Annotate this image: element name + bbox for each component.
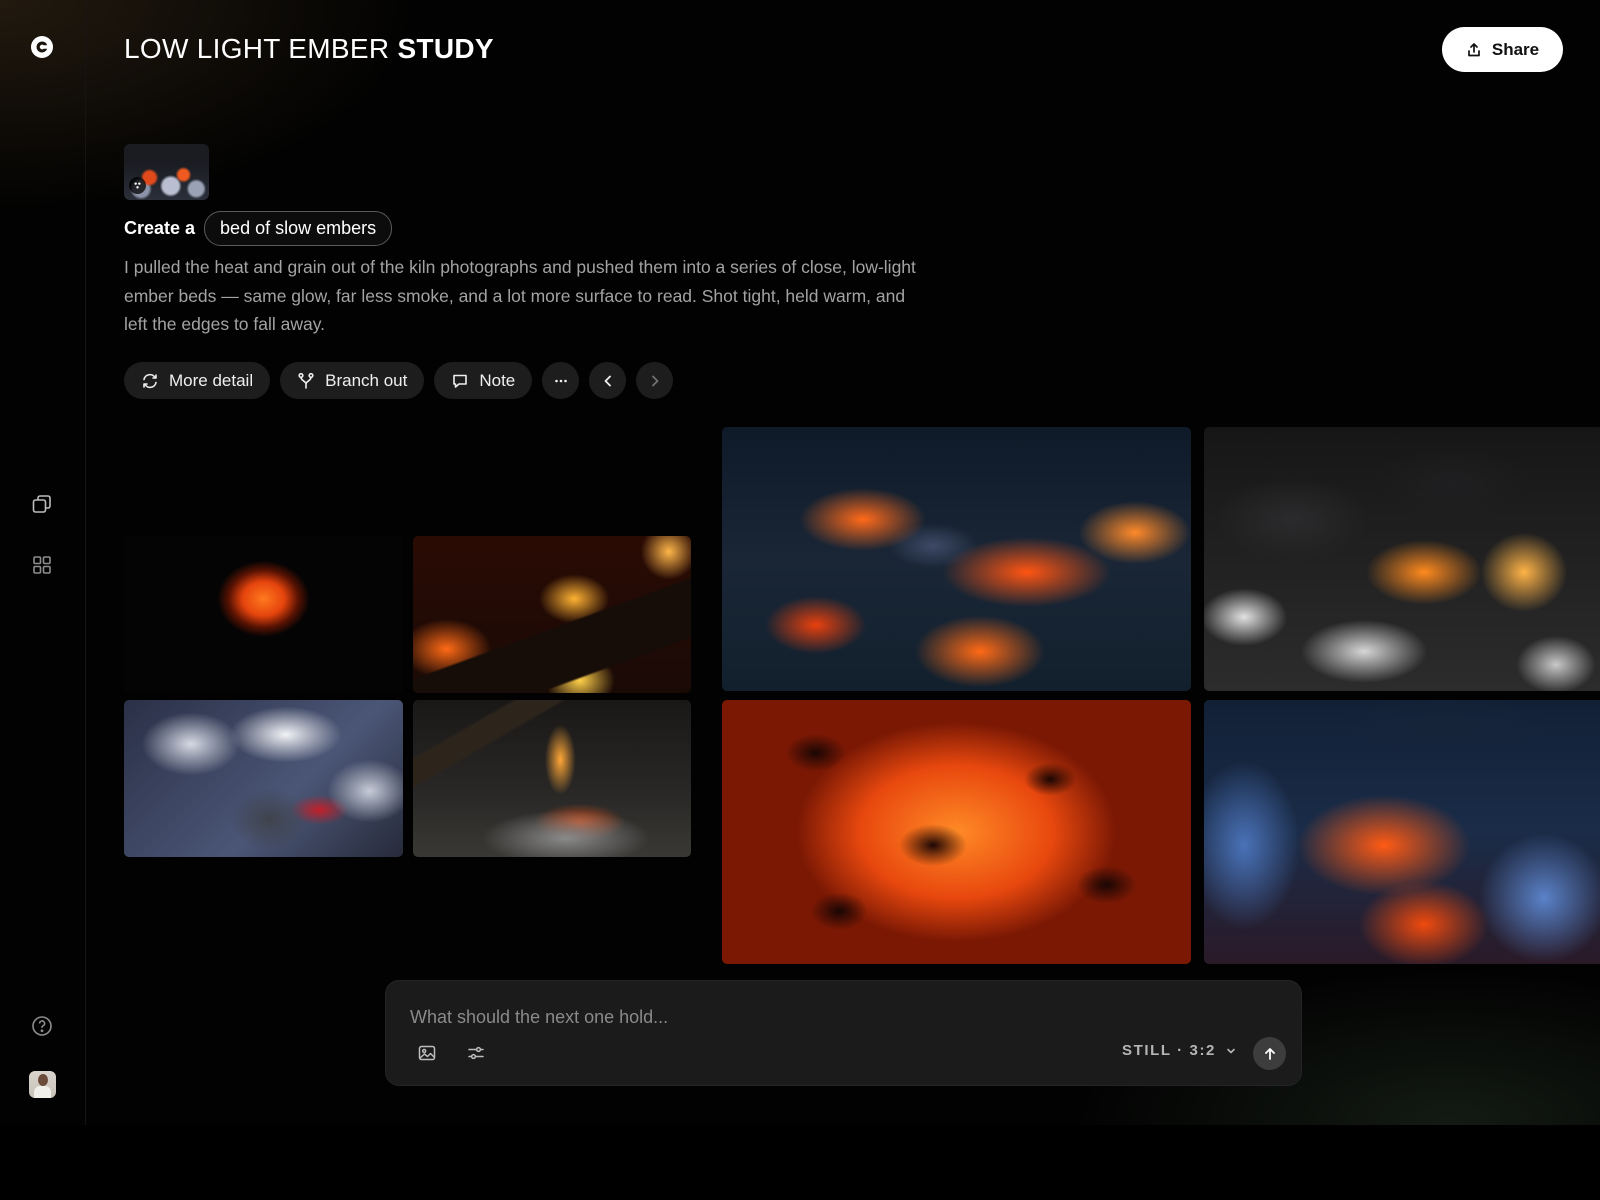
sliders-icon <box>468 1046 484 1060</box>
branch-out-label: Branch out <box>325 370 408 390</box>
avatar[interactable] <box>29 1071 56 1098</box>
share-icon <box>1468 42 1480 56</box>
grid-icon[interactable] <box>28 551 56 579</box>
reference-thumbnail[interactable] <box>124 144 209 200</box>
app-window: LOW LIGHT EMBER STUDY Share Create a bed… <box>0 0 1600 1125</box>
image-tile[interactable] <box>722 427 1191 691</box>
image-tile[interactable] <box>124 536 403 693</box>
more-button[interactable] <box>542 362 580 399</box>
chevron-right-icon <box>651 375 659 386</box>
share-label: Share <box>1491 39 1540 59</box>
create-label: Create a <box>124 218 196 238</box>
page-title: LOW LIGHT EMBER STUDY <box>124 33 494 65</box>
chevron-left-icon <box>604 375 611 386</box>
image-tile[interactable] <box>1204 700 1600 964</box>
image-tile[interactable] <box>413 536 691 693</box>
settings-button[interactable] <box>461 1038 491 1068</box>
help-icon[interactable] <box>28 1012 56 1040</box>
sidebar <box>0 0 86 1125</box>
prompt-description: I pulled the heat and grain out of the k… <box>124 257 916 334</box>
title-bold: STUDY <box>397 33 494 64</box>
note-label: Note <box>479 370 516 390</box>
chevron-down-icon <box>1227 1048 1235 1053</box>
action-bar: More detail Branch out Note <box>124 362 674 399</box>
branch-out-button[interactable]: Branch out <box>280 362 425 399</box>
refresh-icon <box>143 373 157 388</box>
previous-button[interactable] <box>589 362 627 399</box>
logo-icon[interactable] <box>28 33 56 61</box>
send-button[interactable] <box>1253 1037 1286 1070</box>
subject-chip[interactable]: bed of slow embers <box>204 211 393 246</box>
note-button[interactable]: Note <box>434 362 533 399</box>
image-tile[interactable] <box>1204 427 1600 691</box>
arrow-up-icon <box>1264 1047 1275 1060</box>
mode-label: STILL · 3:2 <box>1122 1042 1216 1059</box>
next-button[interactable] <box>636 362 674 399</box>
comment-icon <box>453 374 468 388</box>
image-icon <box>418 1045 436 1061</box>
more-detail-label: More detail <box>169 370 254 390</box>
more-icon <box>554 379 567 382</box>
palette-icon <box>129 177 146 194</box>
image-tile[interactable] <box>124 700 403 857</box>
image-tile[interactable] <box>413 700 691 857</box>
image-tile[interactable] <box>722 700 1191 964</box>
title-light: LOW LIGHT EMBER <box>124 33 390 64</box>
mode-select[interactable]: STILL · 3:2 <box>1122 1042 1237 1059</box>
create-line: Create a bed of slow embers <box>124 211 393 246</box>
composer: STILL · 3:2 <box>385 980 1302 1086</box>
branch-icon <box>298 372 314 389</box>
prompt-input[interactable] <box>410 1003 1270 1031</box>
stack-icon[interactable] <box>28 490 56 518</box>
share-button[interactable]: Share <box>1442 27 1563 72</box>
attach-image-button[interactable] <box>412 1038 442 1068</box>
more-detail-button[interactable]: More detail <box>124 362 271 399</box>
